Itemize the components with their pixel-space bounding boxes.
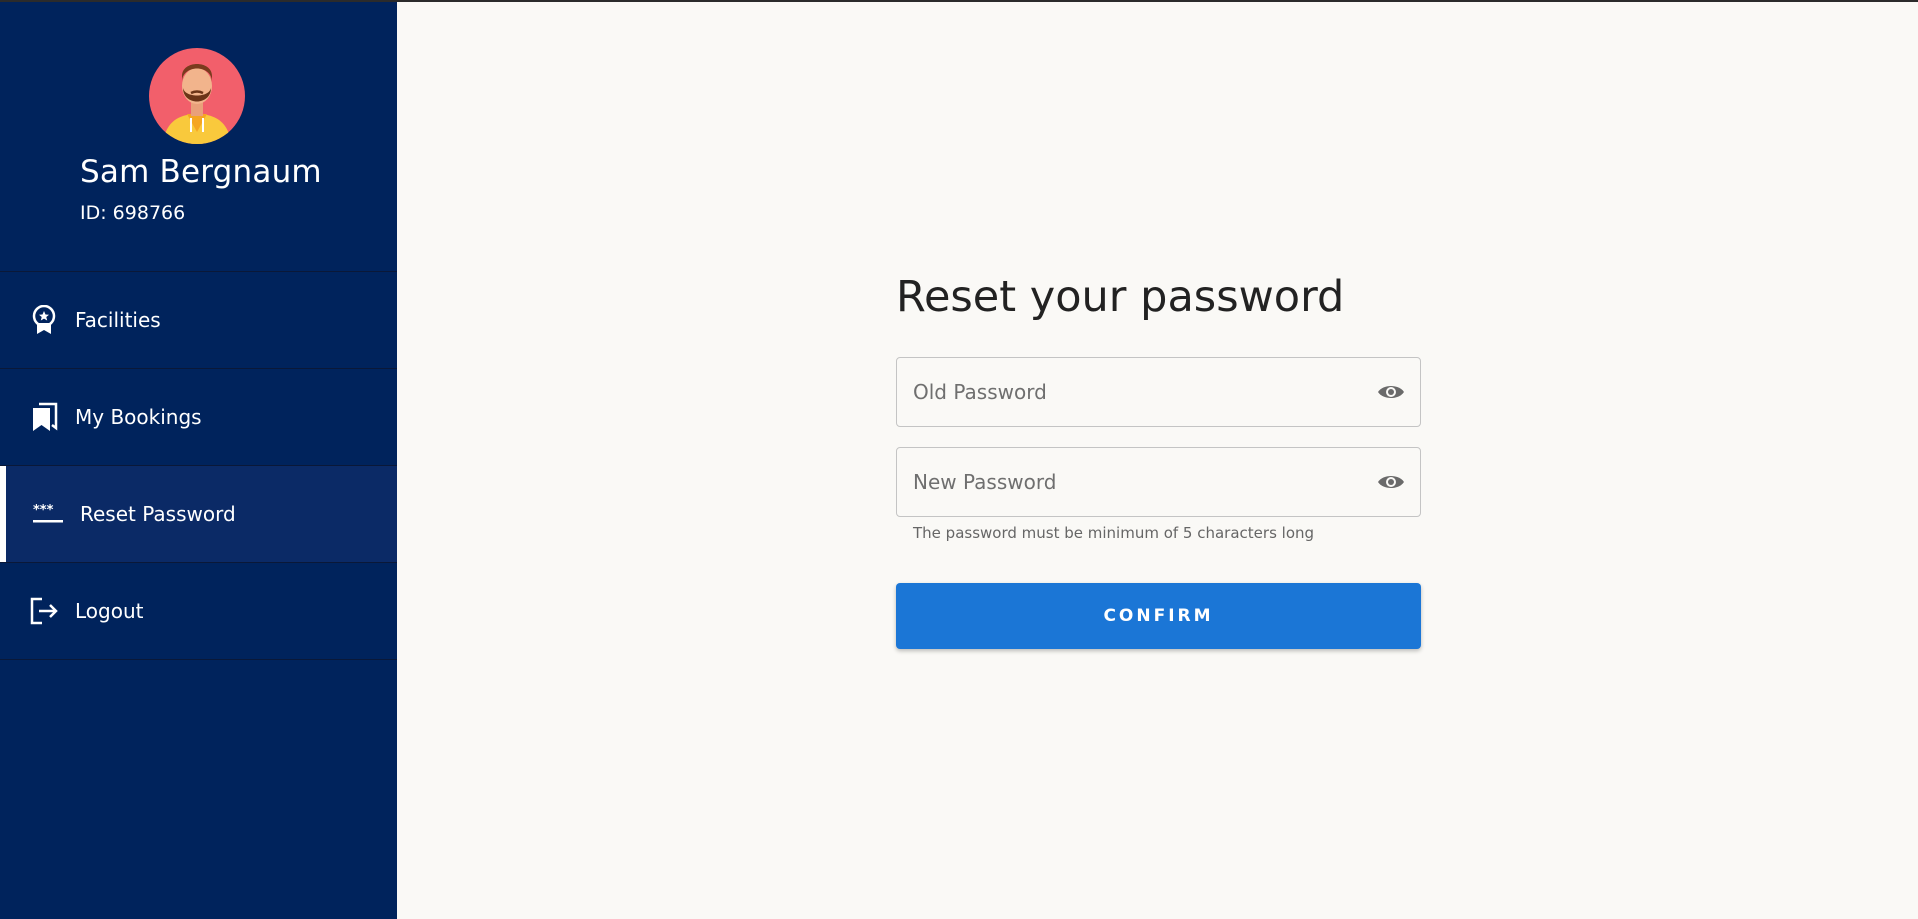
sidebar-nav: Facilities My Bookings *** Reset Passwor…	[0, 272, 397, 660]
old-password-field[interactable]	[896, 357, 1421, 427]
sidebar-item-my-bookings[interactable]: My Bookings	[0, 369, 397, 466]
avatar	[149, 48, 245, 144]
eye-icon[interactable]	[1376, 377, 1406, 407]
user-id: ID: 698766	[80, 202, 186, 224]
sidebar-item-reset-password[interactable]: *** Reset Password	[0, 466, 397, 563]
confirm-button[interactable]: CONFIRM	[896, 583, 1421, 649]
svg-text:***: ***	[33, 504, 54, 518]
sidebar-item-logout[interactable]: Logout	[0, 563, 397, 660]
window-top-border	[0, 0, 1918, 2]
sidebar-item-facilities[interactable]: Facilities	[0, 272, 397, 369]
sidebar-item-label: My Bookings	[75, 405, 202, 429]
password-helper-text: The password must be minimum of 5 charac…	[913, 524, 1315, 542]
sidebar-item-label: Logout	[75, 599, 144, 623]
main-content: Reset your password The password must be…	[397, 0, 1918, 919]
award-badge-icon	[28, 304, 60, 336]
sidebar-item-label: Reset Password	[80, 502, 236, 526]
eye-icon[interactable]	[1376, 467, 1406, 497]
sidebar: Sam Bergnaum ID: 698766 Facilities My Bo…	[0, 0, 397, 919]
page-title: Reset your password	[896, 272, 1345, 322]
new-password-input[interactable]	[913, 448, 1353, 516]
user-profile: Sam Bergnaum ID: 698766	[0, 0, 397, 272]
user-name: Sam Bergnaum	[80, 154, 322, 190]
active-indicator	[0, 466, 6, 562]
sidebar-item-label: Facilities	[75, 308, 161, 332]
password-dots-icon: ***	[32, 498, 64, 530]
bookmarks-icon	[28, 401, 60, 433]
logout-icon	[28, 595, 60, 627]
old-password-input[interactable]	[913, 358, 1353, 426]
new-password-field[interactable]	[896, 447, 1421, 517]
